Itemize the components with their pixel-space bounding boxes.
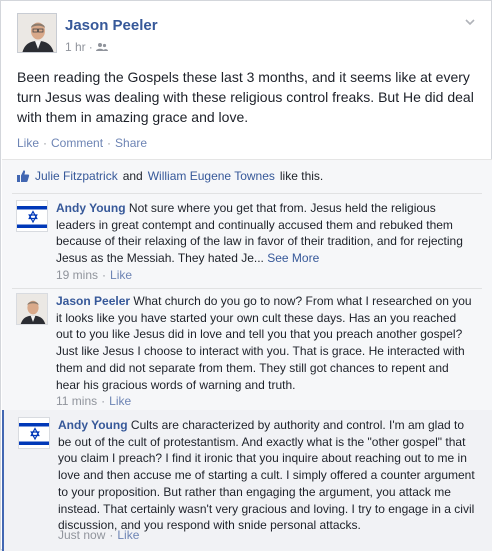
israel-flag-icon <box>17 201 47 231</box>
likes-summary: Julie Fitzpatrick and William Eugene Tow… <box>16 169 323 183</box>
likes-and: and <box>122 169 143 183</box>
comment-meta: Just now · Like <box>58 528 140 542</box>
liker-name[interactable]: Julie Fitzpatrick <box>35 169 118 183</box>
commenter-avatar[interactable] <box>16 200 48 232</box>
meta-separator: · <box>88 40 93 54</box>
commenter-avatar[interactable] <box>18 417 50 449</box>
israel-flag-icon <box>19 418 49 448</box>
author-avatar[interactable] <box>17 13 57 53</box>
friends-icon[interactable] <box>95 42 108 52</box>
comment: Jason Peeler What church do you go to no… <box>16 293 486 411</box>
likes-suffix: like this. <box>279 169 324 183</box>
comment-new: Andy Young Cults are characterized by au… <box>2 410 492 551</box>
comment-text: Jason Peeler What church do you go to no… <box>56 293 476 393</box>
comment-author[interactable]: Andy Young <box>56 201 126 215</box>
comment-text: Andy Young Not sure where you get that f… <box>56 200 476 267</box>
post-body-text: Been reading the Gospels these last 3 mo… <box>17 69 474 125</box>
see-more-link[interactable]: See More <box>267 251 319 265</box>
comment-body: What church do you go to now? From what … <box>56 294 472 392</box>
post-author-name[interactable]: Jason Peeler <box>65 17 158 34</box>
chevron-down-icon[interactable] <box>463 15 477 29</box>
liker-name[interactable]: William Eugene Townes <box>148 169 275 183</box>
facebook-post: Jason Peeler 1 hr · Been reading the Gos… <box>0 0 492 551</box>
comment-text: Andy Young Cults are characterized by au… <box>58 417 478 534</box>
comment: Andy Young Not sure where you get that f… <box>16 200 486 286</box>
comment-timestamp[interactable]: 19 mins <box>56 268 98 282</box>
user-photo-icon <box>18 14 56 52</box>
comment-meta: 11 mins · Like <box>56 394 132 408</box>
comment-author[interactable]: Jason Peeler <box>56 294 130 308</box>
comment-meta: 19 mins · Like <box>56 268 133 282</box>
comment-link[interactable]: Comment <box>51 136 103 150</box>
comment-like-link[interactable]: Like <box>110 268 132 282</box>
comment-timestamp[interactable]: 11 mins <box>56 394 97 408</box>
post-actions: Like · Comment · Share <box>17 136 147 150</box>
thumbs-up-icon <box>17 170 30 182</box>
post-header: Jason Peeler 1 hr · <box>17 13 477 57</box>
user-photo-icon <box>17 294 47 324</box>
comment-body: Cults are characterized by authority and… <box>58 418 475 533</box>
commenter-avatar[interactable] <box>16 293 48 325</box>
comment-author[interactable]: Andy Young <box>58 418 128 432</box>
share-link[interactable]: Share <box>115 136 147 150</box>
divider <box>12 288 482 289</box>
comment-like-link[interactable]: Like <box>109 394 131 408</box>
comment-like-link[interactable]: Like <box>117 528 139 542</box>
divider <box>12 193 482 194</box>
post-timestamp[interactable]: 1 hr <box>65 40 86 54</box>
action-separator: · <box>43 136 48 150</box>
action-separator: · <box>107 136 112 150</box>
comment-timestamp[interactable]: Just now <box>58 528 105 542</box>
post-meta: 1 hr · <box>65 40 108 54</box>
like-link[interactable]: Like <box>17 136 39 150</box>
comments-section: Julie Fitzpatrick and William Eugene Tow… <box>2 159 492 551</box>
